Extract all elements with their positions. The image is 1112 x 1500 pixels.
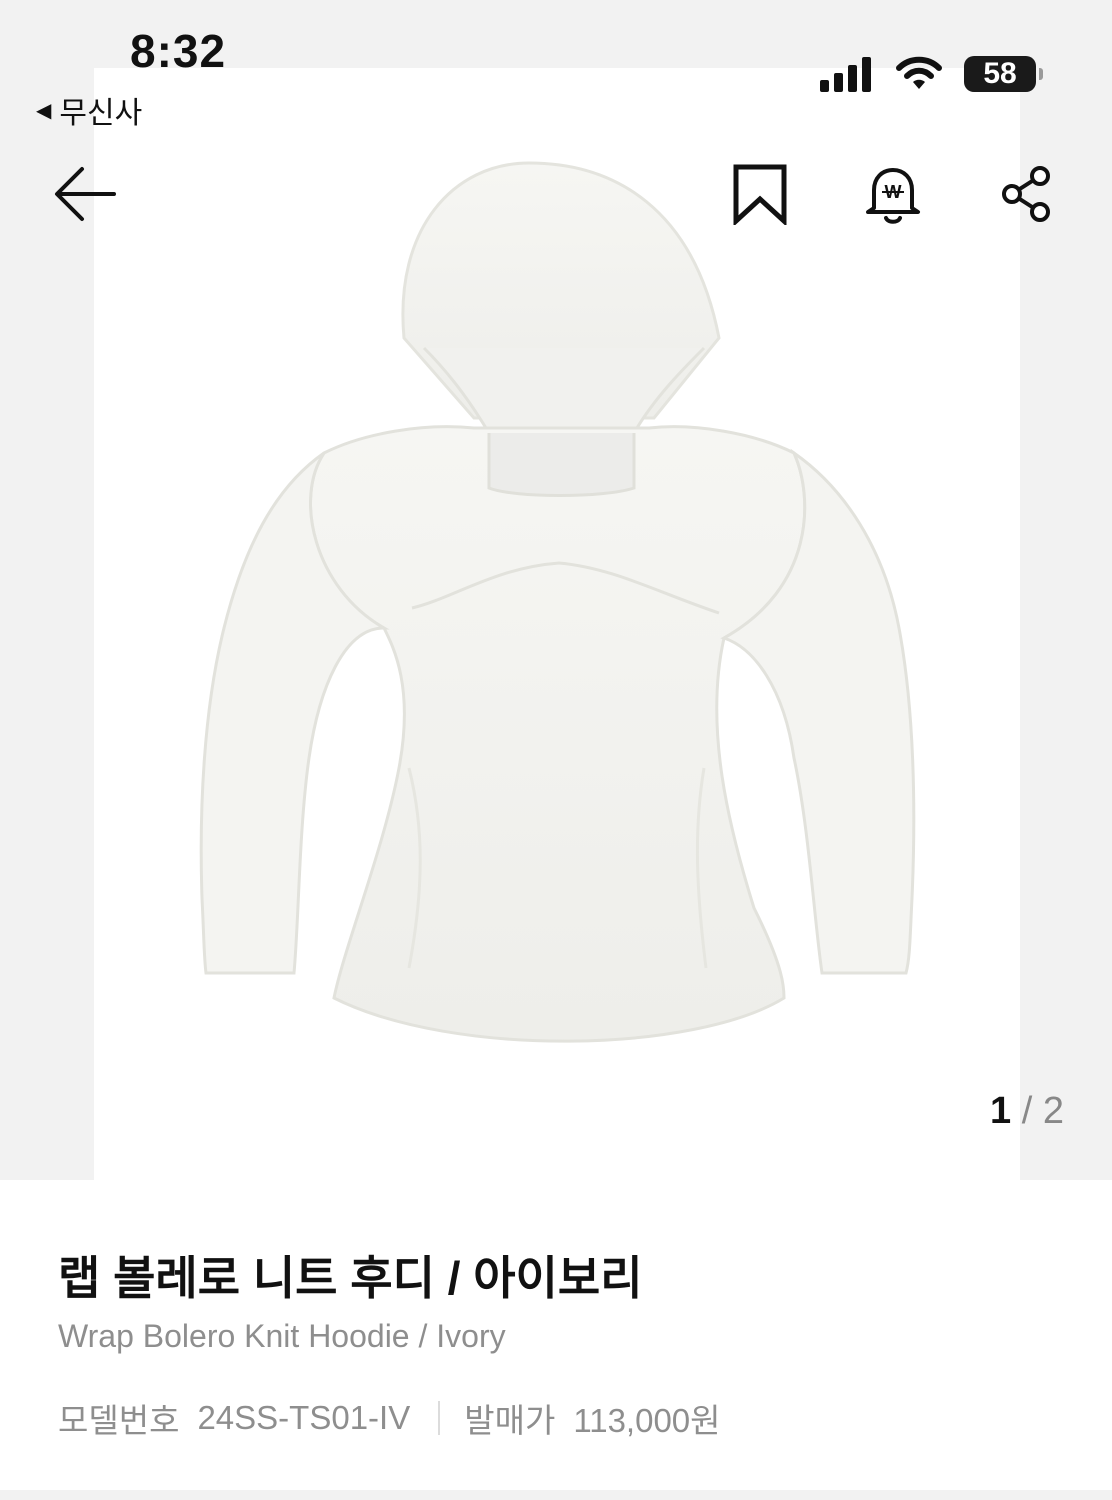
image-counter-total: 2 [1042, 1090, 1064, 1132]
model-number-label: 모델번호 [58, 1402, 180, 1439]
section-divider [0, 1490, 1112, 1500]
image-counter-separator: / [1021, 1090, 1033, 1132]
wifi-icon [896, 56, 942, 89]
bookmark-icon [733, 164, 787, 227]
release-price-label: 발매가 [464, 1402, 556, 1439]
back-to-app-link[interactable]: ◀ 무신사 [36, 88, 142, 132]
back-triangle-icon: ◀ [36, 99, 52, 122]
top-action-bar: W [732, 162, 1054, 231]
product-image-section: 8:32 ◀ 무신사 58 W 1 / 2 [0, 0, 1112, 1180]
price-alert-bell-icon: W [866, 168, 920, 224]
battery-indicator: 58 [964, 56, 1043, 92]
product-info: 랩 볼레로 니트 후디 / 아이보리 Wrap Bolero Knit Hood… [0, 1180, 1112, 1500]
product-photo[interactable] [94, 68, 1020, 1180]
product-subtitle: Wrap Bolero Knit Hoodie / Ivory [58, 1318, 506, 1354]
price-alert-button[interactable]: W [864, 162, 922, 231]
image-counter: 1 / 2 [990, 1090, 1064, 1133]
product-title: 랩 볼레로 니트 후디 / 아이보리 [58, 1252, 643, 1304]
meta-divider [438, 1401, 441, 1435]
hoodie-image [199, 161, 916, 1043]
back-button[interactable] [52, 164, 118, 229]
back-app-label: 무신사 [59, 97, 143, 130]
status-indicators: 58 [820, 56, 1043, 92]
signal-icon [820, 57, 871, 92]
share-icon [1002, 166, 1050, 222]
status-time: 8:32 [130, 25, 227, 77]
image-counter-current: 1 [990, 1090, 1012, 1132]
release-price-value: 113,000원 [573, 1402, 721, 1439]
bookmark-button[interactable] [732, 163, 788, 230]
share-button[interactable] [998, 164, 1054, 229]
model-number-value: 24SS-TS01-IV [197, 1399, 411, 1436]
arrow-left-icon [55, 167, 116, 221]
product-meta: 모델번호 24SS-TS01-IV 발매가 113,000원 [58, 1394, 721, 1442]
